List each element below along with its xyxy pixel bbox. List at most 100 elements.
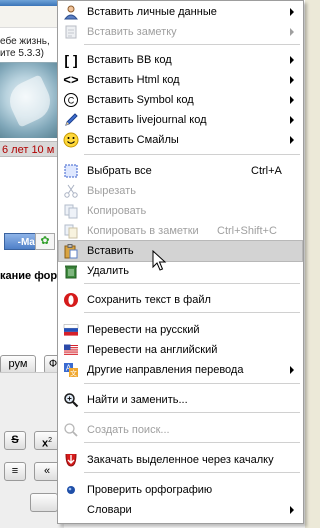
note-icon: [63, 24, 79, 40]
download-icon: [63, 452, 79, 468]
select-all-icon: [63, 163, 79, 179]
menu-item-label: Вставить Symbol код: [87, 94, 194, 106]
code-icon: <>: [63, 72, 79, 87]
pencil-icon: [63, 112, 79, 128]
strike-button[interactable]: S: [4, 431, 26, 450]
menu-item-label: Словари: [87, 504, 132, 516]
context-menu: Вставить личные данные Вставить заметку [ …: [57, 0, 304, 524]
menu-item-find-replace[interactable]: Найти и заменить...: [59, 390, 302, 410]
menu-item-select-all[interactable]: Выбрать все Ctrl+A: [59, 161, 302, 181]
menu-item-dictionaries[interactable]: Словари: [59, 500, 302, 520]
menu-item-label: Проверить орфографию: [87, 484, 213, 496]
menu-item-label: Копировать: [87, 205, 147, 217]
menu-item-insert-note[interactable]: Вставить заметку: [59, 22, 302, 42]
brackets-icon: [ ]: [64, 52, 78, 68]
submenu-arrow-icon: [290, 116, 294, 124]
menu-item-label: Закачать выделенное через качалку: [87, 454, 274, 466]
menu-item-label: Вставить: [87, 245, 134, 257]
menu-item-label: Вставить BB код: [87, 54, 172, 66]
menu-item-label: Сохранить текст в файл: [87, 294, 211, 306]
magnifier-icon: [63, 392, 79, 408]
translate-icon: A文: [63, 362, 79, 378]
menu-separator: [84, 283, 300, 284]
avatar-image: [0, 62, 64, 138]
signature-quote: ебе жизнь, ите 5.3.3): [0, 36, 64, 60]
menu-item-label: Удалить: [87, 265, 129, 277]
format-button[interactable]: [30, 493, 58, 512]
menu-item-insert-html-code[interactable]: <> Вставить Html код: [59, 70, 302, 90]
submenu-arrow-icon: [290, 366, 294, 374]
menu-item-translate-en[interactable]: Перевести на английский: [59, 340, 302, 360]
menu-item-label: Вырезать: [87, 185, 136, 197]
menu-item-label: Перевести на русский: [87, 324, 200, 336]
menu-item-label: Найти и заменить...: [87, 394, 188, 406]
menu-item-shortcut: Ctrl+Shift+C: [217, 225, 277, 237]
copyright-icon: C: [63, 92, 79, 108]
paste-icon: [63, 243, 79, 259]
flag-ru-icon: [63, 322, 79, 338]
trash-icon: [63, 263, 79, 279]
menu-item-paste[interactable]: Вставить: [58, 240, 303, 262]
copy-notes-icon: [63, 223, 79, 239]
menu-item-label: Другие направления перевода: [87, 364, 244, 376]
submenu-arrow-icon: [290, 76, 294, 84]
mouse-cursor-icon: [152, 250, 167, 271]
submenu-arrow-icon: [290, 136, 294, 144]
browser-toolbar: [0, 0, 62, 28]
menu-separator: [84, 44, 300, 45]
menu-item-translate-ru[interactable]: Перевести на русский: [59, 320, 302, 340]
menu-item-spellcheck[interactable]: Проверить орфографию: [59, 480, 302, 500]
menu-separator: [84, 312, 300, 313]
profile-age: 6 лет 10 м: [0, 141, 64, 157]
copy-icon: [63, 203, 79, 219]
menu-item-label: Вставить Смайлы: [87, 134, 179, 146]
menu-item-save-text-to-file[interactable]: Сохранить текст в файл: [59, 290, 302, 310]
menu-item-label: Вставить заметку: [87, 26, 177, 38]
menu-separator: [84, 154, 300, 155]
menu-item-insert-symbol-code[interactable]: C Вставить Symbol код: [59, 90, 302, 110]
menu-item-copy-to-notes[interactable]: Копировать в заметки Ctrl+Shift+C: [59, 221, 302, 241]
menu-item-insert-personal-data[interactable]: Вставить личные данные: [59, 2, 302, 22]
submenu-arrow-icon: [290, 506, 294, 514]
menu-item-label: Создать поиск...: [87, 424, 170, 436]
person-icon: [63, 4, 79, 20]
menu-separator: [84, 383, 300, 384]
radio-dot-icon: [63, 482, 79, 498]
menu-item-delete[interactable]: Удалить: [59, 261, 302, 281]
smiley-icon: [63, 132, 79, 148]
menu-item-cut[interactable]: Вырезать: [59, 181, 302, 201]
menu-item-insert-bb-code[interactable]: [ ] Вставить BB код: [59, 50, 302, 70]
section-heading: кание фору: [0, 270, 64, 282]
menu-item-label: Перевести на английский: [87, 344, 218, 356]
editor-toolbar-panel: S x2 ≡ «: [0, 372, 64, 528]
menu-separator: [84, 412, 300, 413]
submenu-arrow-icon: [290, 8, 294, 16]
menu-separator: [84, 472, 300, 473]
flag-us-icon: [63, 342, 79, 358]
submenu-arrow-icon: [290, 28, 294, 36]
menu-item-label: Выбрать все: [87, 165, 152, 177]
menu-item-label: Копировать в заметки: [87, 225, 199, 237]
search-icon: [63, 422, 79, 438]
svg-text:C: C: [68, 96, 75, 106]
submenu-arrow-icon: [290, 96, 294, 104]
menu-item-insert-smiles[interactable]: Вставить Смайлы: [59, 130, 302, 150]
quote-line-2: ите 5.3.3): [0, 48, 44, 59]
scissors-icon: [63, 183, 79, 199]
icq-icon[interactable]: ✿: [35, 233, 55, 250]
submenu-arrow-icon: [290, 56, 294, 64]
menu-item-label: Вставить Html код: [87, 74, 180, 86]
menu-item-download-selected[interactable]: Закачать выделенное через качалку: [59, 450, 302, 470]
align-button[interactable]: ≡: [4, 462, 26, 481]
menu-item-copy[interactable]: Копировать: [59, 201, 302, 221]
menu-item-label: Вставить личные данные: [87, 6, 217, 18]
menu-separator: [84, 442, 300, 443]
menu-item-insert-livejournal-code[interactable]: Вставить livejournal код: [59, 110, 302, 130]
opera-save-icon: [63, 292, 79, 308]
menu-item-shortcut: Ctrl+A: [251, 165, 282, 177]
quote-line-1: ебе жизнь,: [0, 36, 50, 47]
menu-item-label: Вставить livejournal код: [87, 114, 207, 126]
menu-item-other-translation[interactable]: A 文 Другие направления перевода: [59, 360, 302, 380]
blank-icon: [63, 502, 79, 518]
menu-item-create-search[interactable]: Создать поиск...: [59, 420, 302, 440]
